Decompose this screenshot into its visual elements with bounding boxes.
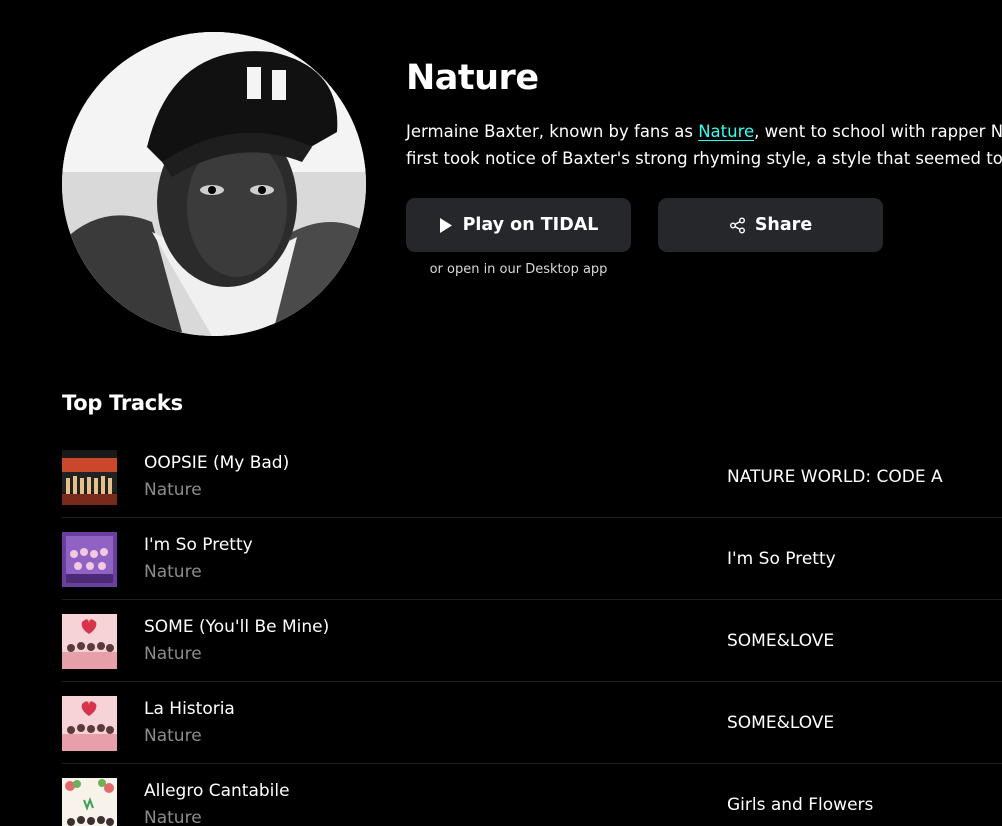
track-artist[interactable]: Nature — [144, 726, 202, 746]
play-on-tidal-button[interactable]: Play on TIDAL — [406, 198, 631, 252]
track-title[interactable]: I'm So Pretty — [144, 535, 253, 555]
track-row[interactable]: Allegro Cantabile Nature Girls and Flowe… — [62, 764, 1002, 826]
artist-name: Nature — [406, 58, 539, 98]
track-album[interactable]: I'm So Pretty — [727, 549, 836, 569]
track-artist[interactable]: Nature — [144, 644, 202, 664]
track-title[interactable]: La Historia — [144, 699, 235, 719]
top-tracks-heading: Top Tracks — [62, 391, 183, 415]
track-row[interactable]: OOPSIE (My Bad) Nature NATURE WORLD: COD… — [62, 436, 1002, 518]
album-cover[interactable] — [62, 696, 117, 751]
track-album[interactable]: Girls and Flowers — [727, 795, 873, 815]
track-row[interactable]: SOME (You'll Be Mine) Nature SOME&LOVE — [62, 600, 1002, 682]
bio-text: , went to school with rapper Na — [754, 122, 1002, 141]
album-cover[interactable] — [62, 614, 117, 669]
track-title[interactable]: Allegro Cantabile — [144, 781, 290, 801]
track-artist[interactable]: Nature — [144, 562, 202, 582]
share-icon — [729, 217, 746, 234]
track-row[interactable]: I'm So Pretty Nature I'm So Pretty — [62, 518, 1002, 600]
track-artist[interactable]: Nature — [144, 480, 202, 500]
track-title[interactable]: SOME (You'll Be Mine) — [144, 617, 329, 637]
track-album[interactable]: SOME&LOVE — [727, 713, 834, 733]
track-artist[interactable]: Nature — [144, 808, 202, 826]
track-row[interactable]: La Historia Nature SOME&LOVE — [62, 682, 1002, 764]
artist-avatar — [62, 32, 366, 336]
track-album[interactable]: SOME&LOVE — [727, 631, 834, 651]
track-album[interactable]: NATURE WORLD: CODE A — [727, 467, 943, 487]
album-cover[interactable] — [62, 532, 117, 587]
artist-bio: Jermaine Baxter, known by fans as Nature… — [406, 118, 1002, 172]
bio-line-2: first took notice of Baxter's strong rhy… — [406, 149, 1002, 168]
share-button-label: Share — [754, 215, 813, 235]
desktop-app-link[interactable]: or open in our Desktop app — [406, 262, 631, 277]
bio-line-1: Jermaine Baxter, known by fans as Nature… — [406, 118, 1002, 145]
artist-page: Nature Jermaine Baxter, known by fans as… — [0, 0, 1002, 826]
bio-text: Jermaine Baxter, known by fans as — [406, 122, 699, 141]
track-title[interactable]: OOPSIE (My Bad) — [144, 453, 289, 473]
play-button-label: Play on TIDAL — [462, 215, 599, 235]
album-cover[interactable] — [62, 450, 117, 505]
share-button[interactable]: Share — [658, 198, 883, 252]
album-cover[interactable] — [62, 778, 117, 826]
top-tracks-list: OOPSIE (My Bad) Nature NATURE WORLD: COD… — [62, 436, 1002, 826]
play-icon — [439, 217, 453, 234]
artist-link[interactable]: Nature — [698, 122, 754, 141]
